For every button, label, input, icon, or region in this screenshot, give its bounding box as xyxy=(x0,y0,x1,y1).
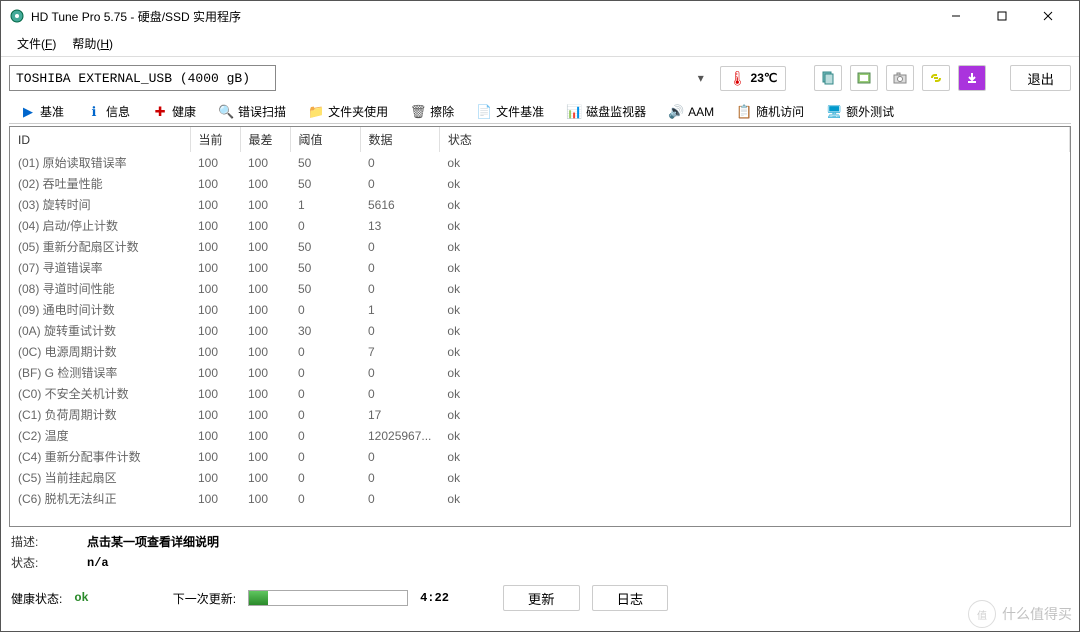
table-row[interactable]: (C2) 温度100100012025967...ok xyxy=(10,425,1070,446)
menu-file[interactable]: 文件(F) xyxy=(9,33,64,54)
col-header-threshold[interactable]: 阈值 xyxy=(290,127,360,152)
description-value: 点击某一项查看详细说明 xyxy=(87,533,219,550)
table-row[interactable]: (C0) 不安全关机计数10010000ok xyxy=(10,383,1070,404)
info-area: 描述: 点击某一项查看详细说明 状态: n/a xyxy=(9,527,1071,577)
tab-1[interactable]: ℹ信息 xyxy=(75,98,141,124)
window-title: HD Tune Pro 5.75 - 硬盘/SSD 实用程序 xyxy=(31,8,933,25)
tab-icon: 🔍 xyxy=(218,104,234,120)
tab-2[interactable]: ✚健康 xyxy=(141,98,207,124)
next-update-label: 下一次更新: xyxy=(173,590,236,607)
tab-label: 擦除 xyxy=(430,103,454,120)
tab-6[interactable]: 📄文件基准 xyxy=(465,98,555,124)
tab-label: 信息 xyxy=(106,103,130,120)
table-row[interactable]: (03) 旋转时间10010015616ok xyxy=(10,194,1070,215)
tab-label: 错误扫描 xyxy=(238,103,286,120)
table-row[interactable]: (C4) 重新分配事件计数10010000ok xyxy=(10,446,1070,467)
tab-8[interactable]: 🔊 AAM xyxy=(657,98,725,124)
minimize-button[interactable] xyxy=(933,1,979,31)
table-row[interactable]: (C5) 当前挂起扇区10010000ok xyxy=(10,467,1070,488)
tab-10[interactable]: 🖥额外测试 xyxy=(815,98,905,124)
next-update-time: 4:22 xyxy=(420,591,449,605)
table-row[interactable]: (08) 寻道时间性能100100500ok xyxy=(10,278,1070,299)
col-header-id[interactable]: ID xyxy=(10,127,190,152)
bottom-bar: 健康状态: ok 下一次更新: 4:22 更新 日志 xyxy=(9,577,1071,627)
tab-label: 额外测试 xyxy=(846,103,894,120)
temperature-value: 23℃ xyxy=(751,71,778,85)
col-header-current[interactable]: 当前 xyxy=(190,127,240,152)
col-header-status[interactable]: 状态 xyxy=(439,127,1069,152)
tab-label: 基准 xyxy=(40,103,64,120)
table-row[interactable]: (0A) 旋转重试计数100100300ok xyxy=(10,320,1070,341)
tab-label: 文件夹使用 xyxy=(328,103,388,120)
table-row[interactable]: (05) 重新分配扇区计数100100500ok xyxy=(10,236,1070,257)
status-label: 状态: xyxy=(11,554,71,571)
copy-button[interactable] xyxy=(814,65,842,91)
tab-label: 文件基准 xyxy=(496,103,544,120)
table-row[interactable]: (04) 启动/停止计数100100013ok xyxy=(10,215,1070,236)
menu-help[interactable]: 帮助(H) xyxy=(64,33,121,54)
description-label: 描述: xyxy=(11,533,71,550)
refresh-button[interactable]: 更新 xyxy=(503,585,580,611)
titlebar: HD Tune Pro 5.75 - 硬盘/SSD 实用程序 xyxy=(1,1,1079,31)
tabs-bar: ▶基准ℹ信息✚健康🔍错误扫描📁文件夹使用🗑擦除📄文件基准📊磁盘监视器🔊AAM📋随… xyxy=(9,97,1071,124)
health-label: 健康状态: xyxy=(11,590,62,607)
tab-label: 磁盘监视器 xyxy=(586,103,646,120)
log-button[interactable]: 日志 xyxy=(592,585,669,611)
table-row[interactable]: (01) 原始读取错误率100100500ok xyxy=(10,152,1070,173)
tab-label: 健康 xyxy=(172,103,196,120)
health-value: ok xyxy=(74,591,88,605)
tab-icon: 🗑 xyxy=(410,104,426,120)
menubar: 文件(F) 帮助(H) xyxy=(1,31,1079,57)
tab-icon: 📁 xyxy=(308,104,324,120)
tab-icon: 📊 xyxy=(566,104,582,120)
progress-bar xyxy=(248,590,408,606)
table-row[interactable]: (07) 寻道错误率100100500ok xyxy=(10,257,1070,278)
close-button[interactable] xyxy=(1025,1,1071,31)
table-row[interactable]: (09) 通电时间计数10010001ok xyxy=(10,299,1070,320)
table-row[interactable]: (0C) 电源周期计数10010007ok xyxy=(10,341,1070,362)
col-header-data[interactable]: 数据 xyxy=(360,127,439,152)
tab-icon: ℹ xyxy=(86,104,102,120)
tab-4[interactable]: 📁文件夹使用 xyxy=(297,98,399,124)
screenshot-button[interactable] xyxy=(850,65,878,91)
smart-table-container[interactable]: ID 当前 最差 阈值 数据 状态 (01) 原始读取错误率100100500o… xyxy=(9,126,1071,527)
table-row[interactable]: (C1) 负荷周期计数100100017ok xyxy=(10,404,1070,425)
tab-label: 随机访问 xyxy=(756,103,804,120)
link-button[interactable] xyxy=(922,65,950,91)
col-header-worst[interactable]: 最差 xyxy=(240,127,290,152)
tab-icon: 📋 xyxy=(736,104,752,120)
tab-icon: ▶ xyxy=(20,104,36,120)
maximize-button[interactable] xyxy=(979,1,1025,31)
tab-icon: 🔊 xyxy=(668,104,684,120)
tab-5[interactable]: 🗑擦除 xyxy=(399,98,465,124)
device-selector[interactable]: TOSHIBA EXTERNAL_USB (4000 gB) xyxy=(9,65,276,91)
tab-label: AAM xyxy=(688,105,714,119)
top-toolbar: TOSHIBA EXTERNAL_USB (4000 gB) 🌡 23℃ 退出 xyxy=(9,65,1071,91)
table-row[interactable]: (02) 吞吐量性能100100500ok xyxy=(10,173,1070,194)
temperature-display: 🌡 23℃ xyxy=(720,66,787,91)
tab-icon: 🖥 xyxy=(826,104,842,120)
thermometer-icon: 🌡 xyxy=(729,70,747,87)
tab-3[interactable]: 🔍错误扫描 xyxy=(207,98,297,124)
table-row[interactable]: (C6) 脱机无法纠正10010000ok xyxy=(10,488,1070,509)
tab-0[interactable]: ▶基准 xyxy=(9,98,75,124)
tab-icon: ✚ xyxy=(152,104,168,120)
tab-9[interactable]: 📋随机访问 xyxy=(725,98,815,124)
tab-7[interactable]: 📊磁盘监视器 xyxy=(555,98,657,124)
download-button[interactable] xyxy=(958,65,986,91)
camera-button[interactable] xyxy=(886,65,914,91)
tab-icon: 📄 xyxy=(476,104,492,120)
status-value: n/a xyxy=(87,556,109,570)
app-icon xyxy=(9,8,25,24)
table-row[interactable]: (BF) G 检测错误率10010000ok xyxy=(10,362,1070,383)
exit-button[interactable]: 退出 xyxy=(1010,65,1071,91)
